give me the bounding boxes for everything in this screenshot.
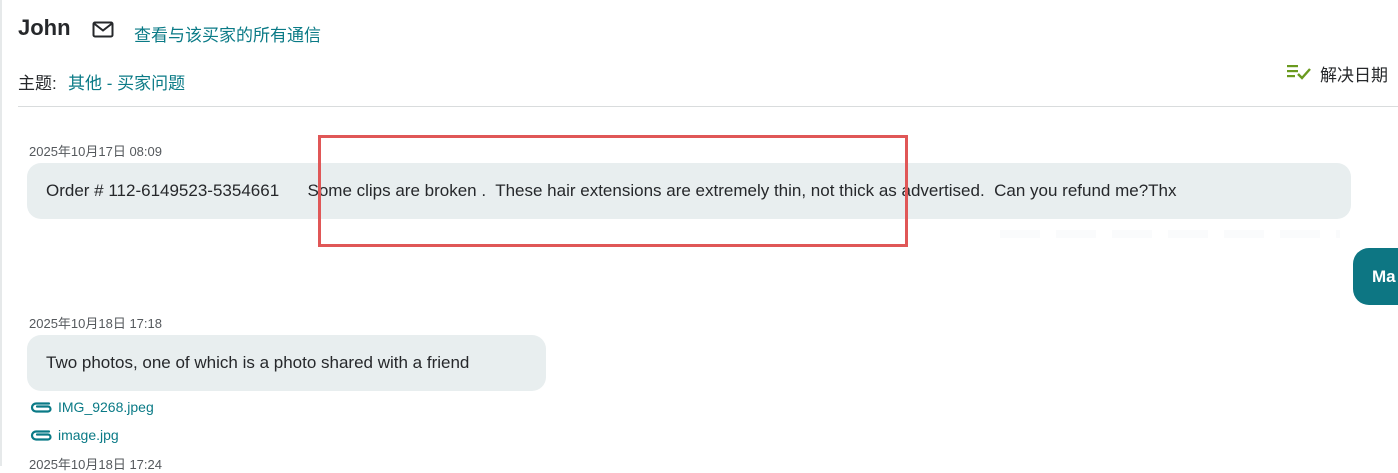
message-timestamp: 2025年10月17日 08:09 [29,144,162,159]
faded-content [1000,230,1340,238]
seller-message-text: Ma [1372,266,1396,286]
view-all-correspondence-link[interactable]: 查看与该买家的所有通信 [134,21,321,46]
highlight-annotation-box [318,135,908,247]
seller-message-bubble: Ma [1353,248,1398,305]
attachment-name[interactable]: IMG_9268.jpeg [58,399,154,415]
resolve-date-label[interactable]: 解决日期 [1320,61,1388,86]
subject-value-link[interactable]: 其他 - 买家问题 [68,69,185,94]
message-timestamp: 2025年10月18日 17:18 [29,316,162,331]
buyer-message-bubble: Two photos, one of which is a photo shar… [27,335,546,391]
attachment-link[interactable]: image.jpg [29,425,119,445]
subject-label: 主题: [18,74,57,93]
buyer-name: John [18,15,71,40]
paperclip-icon [30,402,52,413]
header-divider [18,106,1398,107]
left-panel-edge [0,0,2,466]
checklist-icon[interactable] [1286,63,1312,81]
message-timestamp: 2025年10月18日 17:24 [29,457,162,472]
paperclip-icon [30,430,52,441]
attachment-name[interactable]: image.jpg [58,427,119,443]
message-text: Two photos, one of which is a photo shar… [46,353,470,372]
mail-icon[interactable] [92,21,114,38]
attachment-link[interactable]: IMG_9268.jpeg [29,397,154,417]
